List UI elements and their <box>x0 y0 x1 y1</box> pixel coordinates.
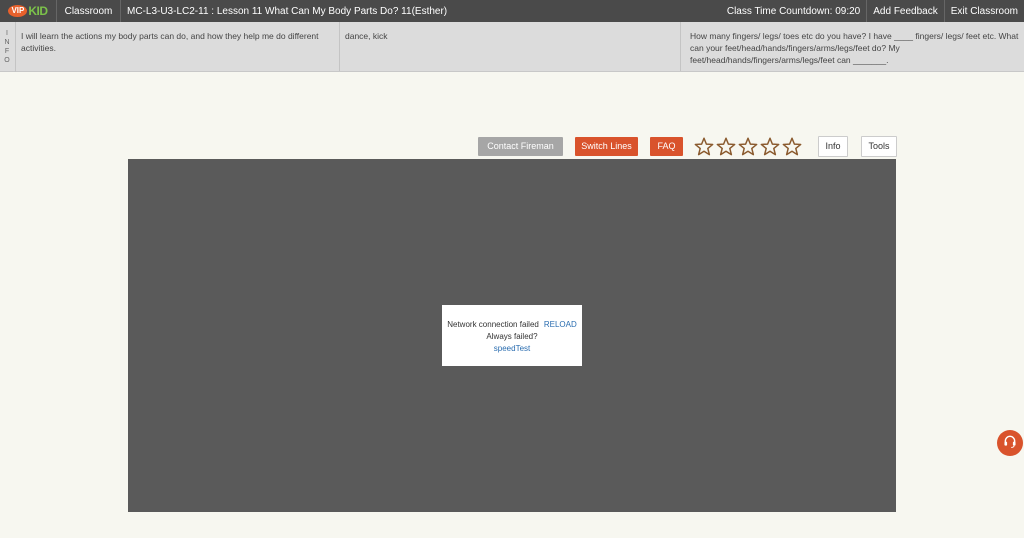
lesson-sentence-patterns: How many fingers/ legs/ toes etc do you … <box>690 31 1019 65</box>
star-icon[interactable] <box>759 136 781 156</box>
info-button[interactable]: Info <box>818 135 848 157</box>
switch-lines-button[interactable]: Switch Lines <box>575 136 638 156</box>
star-icon[interactable] <box>781 136 803 156</box>
error-message-line: Network connection failed RELOAD <box>442 319 582 331</box>
classroom-controls: Contact Fireman Switch Lines FAQ Info To… <box>478 135 897 157</box>
network-error-dialog: Network connection failed RELOAD Always f… <box>442 305 582 366</box>
classroom-tab[interactable]: Classroom <box>56 0 120 22</box>
headset-icon <box>1003 434 1017 453</box>
lesson-title: MC-L3-U3-LC2-11 : Lesson 11 What Can My … <box>120 0 721 22</box>
top-bar: VIP KID Classroom MC-L3-U3-LC2-11 : Lesso… <box>0 0 1024 22</box>
faq-button[interactable]: FAQ <box>650 136 683 156</box>
star-icon[interactable] <box>693 136 715 156</box>
error-message: Network connection failed <box>447 320 539 329</box>
star-icon[interactable] <box>715 136 737 156</box>
support-button[interactable] <box>997 430 1023 456</box>
star-rating <box>693 136 803 156</box>
info-tab[interactable]: I N F O <box>0 22 16 72</box>
info-tab-letter: N <box>4 39 11 46</box>
info-tab-letter: F <box>4 48 11 55</box>
lesson-info-strip: I N F O I will learn the actions my body… <box>0 22 1024 72</box>
always-failed-text: Always failed? <box>486 332 538 341</box>
logo-kid-text: KID <box>28 4 48 18</box>
lesson-vocabulary: dance, kick <box>340 22 681 71</box>
info-tab-letter: I <box>6 30 9 37</box>
class-countdown: Class Time Countdown: 09:20 <box>726 5 861 17</box>
logo-vip-text: VIP <box>8 5 28 17</box>
vipkid-logo: VIP KID <box>0 0 56 22</box>
contact-fireman-button[interactable]: Contact Fireman <box>478 136 563 156</box>
speed-test-link[interactable]: speedTest <box>442 343 582 355</box>
star-icon[interactable] <box>737 136 759 156</box>
lesson-objective: I will learn the actions my body parts c… <box>16 22 340 71</box>
exit-classroom-button[interactable]: Exit Classroom <box>943 0 1024 22</box>
reload-link[interactable]: RELOAD <box>544 320 577 329</box>
info-tab-letter: O <box>4 57 11 64</box>
classroom-stage: Network connection failed RELOAD Always f… <box>128 159 896 512</box>
add-feedback-button[interactable]: Add Feedback <box>866 0 944 22</box>
tools-button[interactable]: Tools <box>861 135 897 157</box>
